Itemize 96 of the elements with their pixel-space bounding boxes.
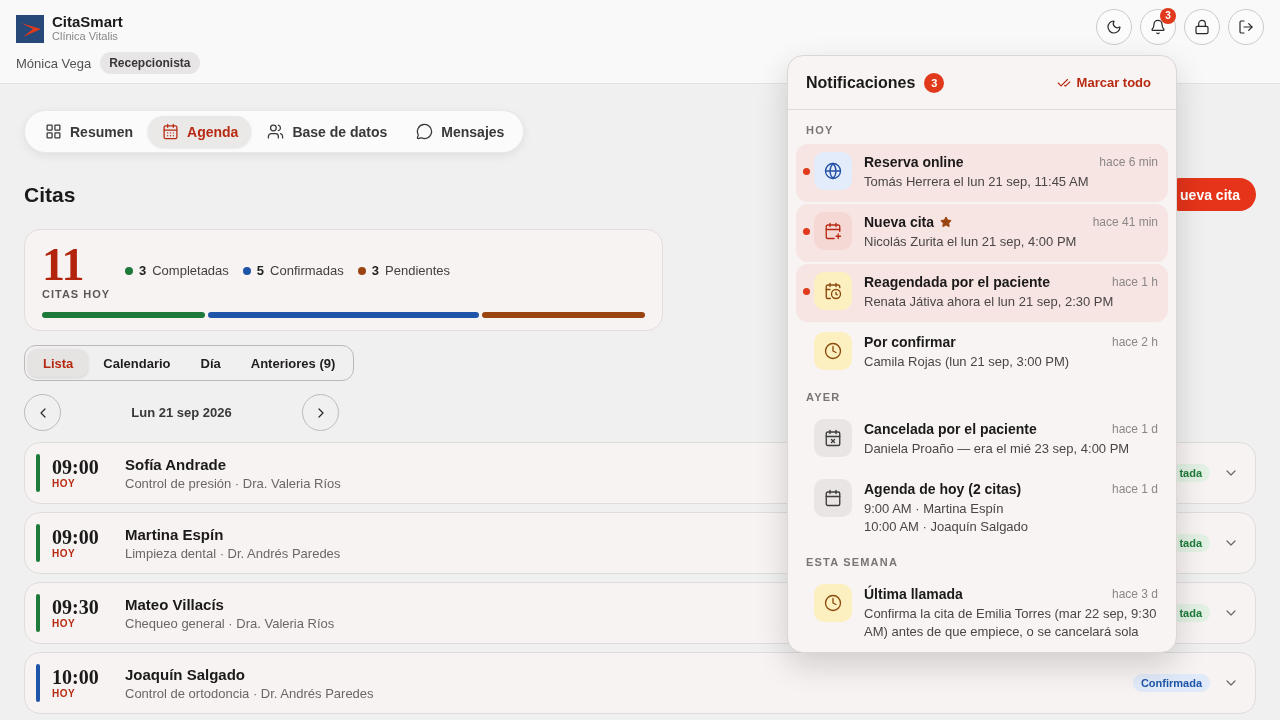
role-badge: Recepcionista — [100, 52, 200, 74]
view-tab[interactable]: Día — [185, 349, 236, 377]
nav-tab[interactable]: Agenda — [148, 116, 252, 147]
status-marker-icon — [36, 594, 40, 632]
notification-title: Última llamada — [864, 586, 963, 602]
status-badge: Confirmada — [1132, 674, 1210, 692]
user-name: Mónica Vega — [16, 55, 92, 71]
legend-label: Confirmadas — [270, 263, 344, 278]
total-count: 11 — [42, 246, 84, 284]
notification-count-badge: 3 — [1160, 8, 1176, 24]
day-label: HOY — [52, 548, 76, 559]
legend-label: Pendientes — [385, 263, 451, 278]
logo-icon — [16, 14, 44, 43]
notification-text: Renata Játiva ahora el lun 21 sep, 2:30 PM — [864, 293, 1114, 311]
panel-title: Notificaciones — [806, 73, 916, 92]
day-label: HOY — [52, 688, 76, 699]
notification-time: hace 3 d — [1111, 587, 1158, 601]
logout-icon — [1238, 19, 1254, 35]
patient-name: Sofía Andrade — [125, 455, 227, 473]
appointment-detail: Limpieza dental · Dr. Andrés Paredes — [125, 545, 341, 561]
view-tab[interactable]: Anteriores (9) — [235, 349, 351, 377]
lock-icon — [1194, 19, 1210, 35]
notification-item[interactable]: Reagendada por el paciente hace 1 h Renata Játiva ahora el lun 21 sep, 2:30 PM — [796, 264, 1168, 322]
appointment-detail: Control de ortodoncia · Dr. Andrés Paredes — [125, 685, 374, 701]
notification-title: Nueva cita — [864, 214, 935, 230]
notification-time: hace 1 d — [1111, 422, 1158, 436]
notification-text: Camila Rojas (lun 21 sep, 3:00 PM) — [864, 353, 1070, 371]
theme-toggle-button[interactable] — [1096, 9, 1132, 45]
notification-time: hace 1 h — [1111, 275, 1158, 289]
calendar-x-icon — [814, 419, 852, 457]
notification-text: Tomás Herrera el lun 21 sep, 11:45 AM — [864, 173, 1089, 191]
appointment-time: 10:00 — [52, 667, 99, 688]
globe-icon — [814, 152, 852, 190]
status-marker-icon — [36, 524, 40, 562]
moon-icon — [1106, 19, 1122, 35]
calendar-plus-icon — [814, 212, 852, 250]
day-label: HOY — [52, 478, 76, 489]
date-label: Lun 21 sep 2026 — [130, 405, 233, 420]
page-title: Citas — [24, 182, 76, 207]
nav-tab[interactable]: Resumen — [31, 116, 147, 147]
day-label: HOY — [52, 618, 76, 629]
notification-time: hace 2 h — [1111, 335, 1158, 349]
users-icon — [267, 123, 285, 140]
section-label: HOY — [806, 124, 834, 137]
brand-name: CitaSmart — [52, 14, 123, 30]
notification-title: Por confirmar — [864, 334, 956, 350]
notification-text: Confirma la cita de Emilia Torres (mar 22 sep, 9:30 AM) antes de que empiece, o se cancelará sola — [864, 605, 1158, 641]
view-tab[interactable]: Lista — [28, 349, 89, 377]
notification-item[interactable]: Por confirmar hace 2 h Camila Rojas (lun 21 sep, 3:00 PM) — [796, 324, 1168, 382]
lock-button[interactable] — [1184, 9, 1220, 45]
legend-count: 5 — [256, 263, 265, 278]
appointment-card[interactable]: 10:00 HOY Joaquín Salgado Control de ortodoncia · Dr. Andrés Paredes Confirmada — [24, 652, 1256, 714]
bell-icon — [1150, 19, 1166, 35]
summary-caption: CITAS HOY — [42, 288, 111, 300]
notification-time: hace 6 min — [1099, 155, 1158, 169]
notification-time: hace 41 min — [1092, 215, 1158, 229]
notifications-button[interactable]: 3 — [1140, 9, 1176, 45]
grid-icon — [45, 123, 62, 140]
section-label: AYER — [806, 391, 841, 404]
appointment-time: 09:00 — [52, 457, 99, 478]
chat-bubble-icon — [416, 123, 434, 140]
patient-name: Martina Espín — [125, 525, 224, 543]
notification-text: 10:00 AM · Joaquín Salgado — [864, 518, 1029, 536]
clock-icon — [814, 332, 852, 370]
logout-button[interactable] — [1228, 9, 1264, 45]
appointment-detail: Control de presión · Dra. Valeria Ríos — [125, 475, 341, 491]
status-marker-icon — [36, 454, 40, 492]
notification-title: Agenda de hoy (2 citas) — [864, 481, 1022, 497]
calendar-icon — [162, 123, 180, 140]
legend-count: 3 — [139, 263, 147, 278]
appointment-detail: Chequeo general · Dra. Valeria Ríos — [125, 615, 335, 631]
notification-title: Reagendada por el paciente — [864, 274, 1050, 290]
notification-item[interactable]: Nueva cita hace 41 min Nicolás Zurita el lun 21 sep, 4:00 PM — [796, 204, 1168, 262]
unread-count-badge: 3 — [924, 72, 945, 93]
mark-all-button[interactable]: Marcar todo — [1056, 75, 1151, 90]
section-label: ESTA SEMANA — [806, 556, 899, 569]
notification-text: Nicolás Zurita el lun 21 sep, 4:00 PM — [864, 233, 1077, 251]
notification-item[interactable]: Reserva online hace 6 min Tomás Herrera el lun 21 sep, 11:45 AM — [796, 144, 1168, 202]
brand-subtitle: Clínica Vitalis — [52, 30, 118, 43]
legend-label: Completadas — [152, 263, 229, 278]
nav-tab[interactable]: Base de datos — [253, 116, 401, 147]
patient-name: Joaquín Salgado — [125, 665, 245, 683]
legend-count: 3 — [371, 263, 379, 278]
clock-icon — [814, 584, 852, 622]
nav-tab[interactable]: Mensajes — [402, 116, 518, 147]
status-marker-icon — [36, 664, 40, 702]
appointment-time: 09:00 — [52, 527, 99, 548]
calendar-icon — [814, 479, 852, 517]
view-tab[interactable]: Calendario — [88, 349, 186, 377]
notification-title: Cancelada por el paciente — [864, 421, 1037, 437]
notification-time: hace 1 d — [1111, 482, 1158, 496]
appointment-time: 09:30 — [52, 597, 99, 618]
notification-title: Reserva online — [864, 154, 964, 170]
patient-name: Mateo Villacís — [125, 595, 224, 613]
calendar-clock-icon — [814, 272, 852, 310]
notification-text: Daniela Proaño — era el mié 23 sep, 4:00 PM — [864, 440, 1130, 458]
